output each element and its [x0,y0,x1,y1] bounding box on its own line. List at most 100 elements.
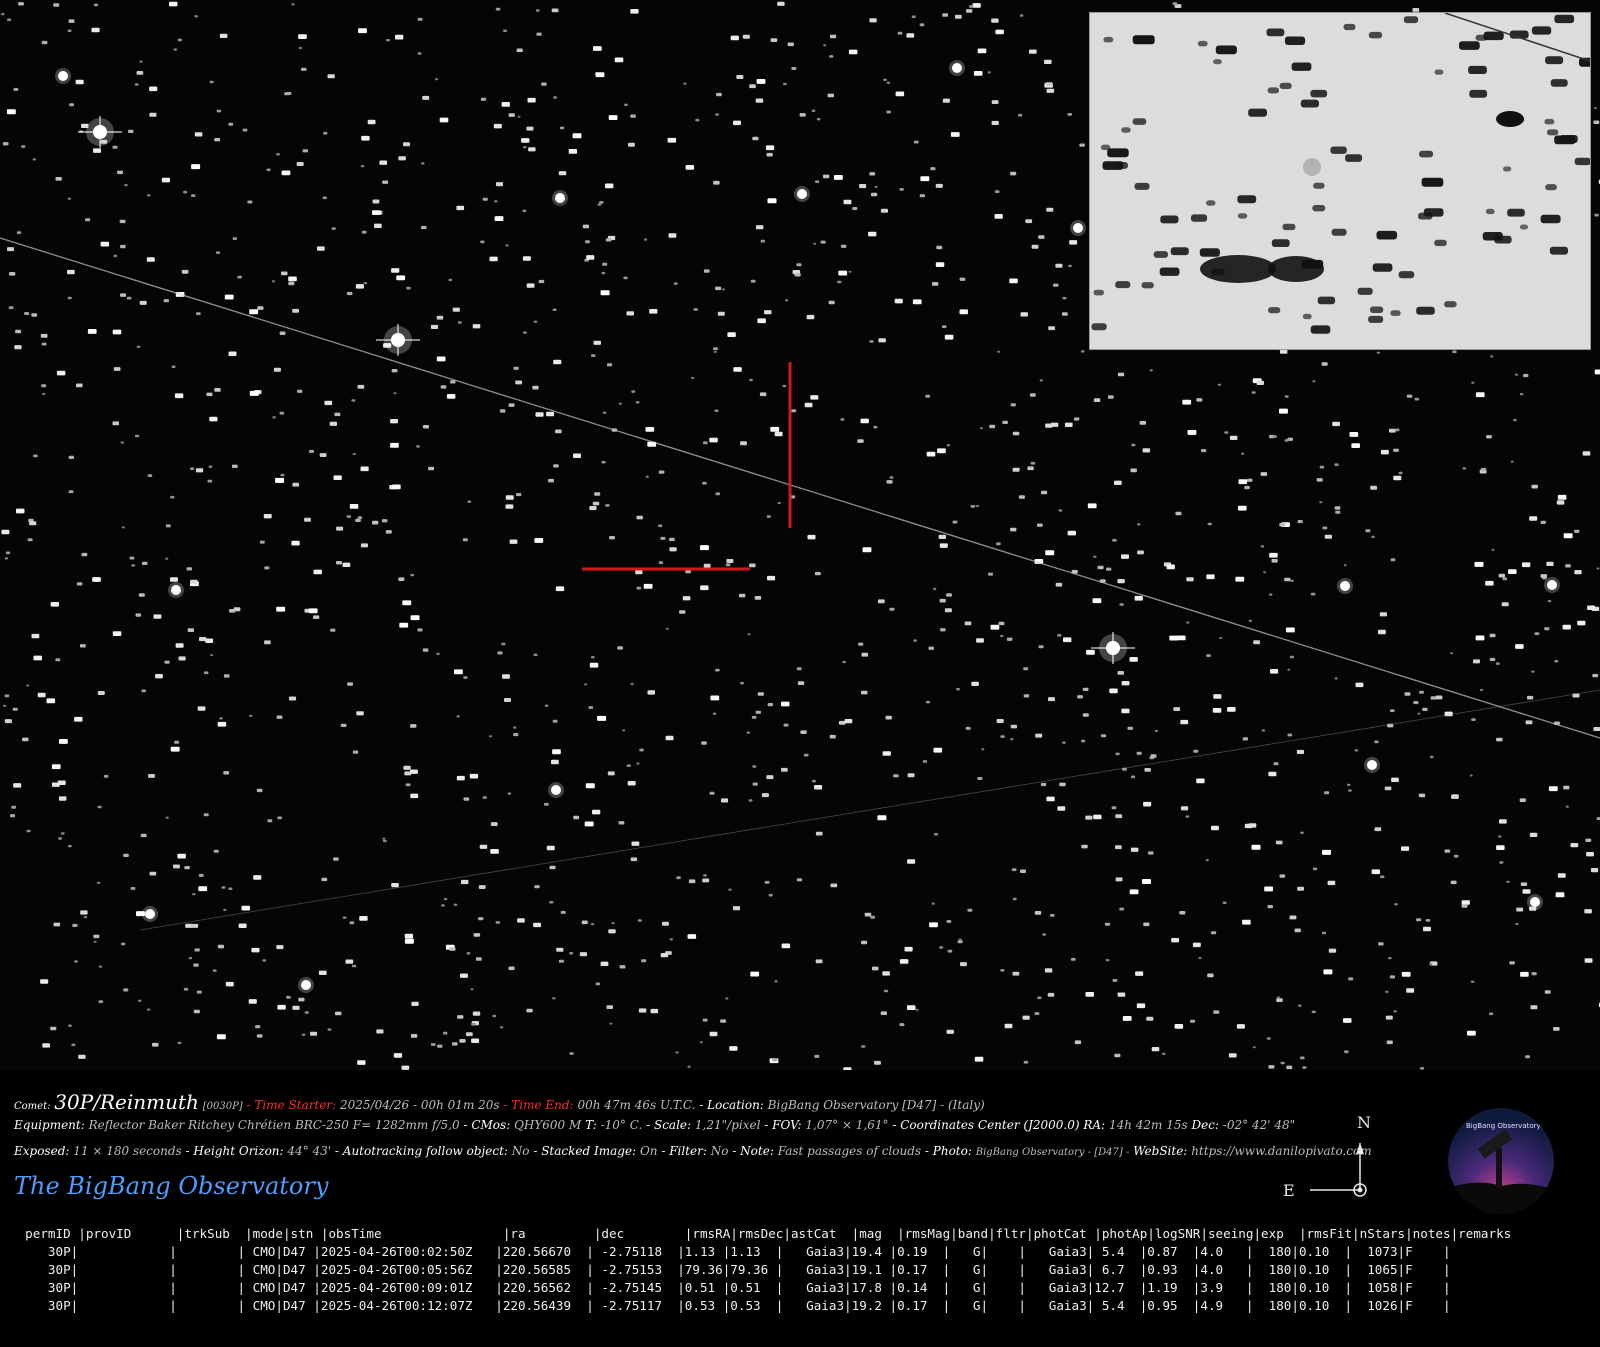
star [276,945,284,950]
star [1334,677,1338,680]
star [352,453,356,456]
star [976,638,984,643]
star [703,563,711,568]
star [538,279,545,284]
inset-star [1121,127,1131,133]
star [1127,726,1133,730]
star [1085,815,1093,820]
star [98,1000,104,1004]
star [1444,849,1451,853]
caption-line-3: Exposed: 11 × 180 seconds - Height Orizo… [14,1144,1372,1158]
star [815,959,823,964]
star [1335,510,1341,514]
star [972,3,981,8]
star [18,2,24,6]
star [40,333,48,338]
star [331,227,336,230]
star [582,224,589,229]
star [555,429,562,434]
star [872,966,879,971]
star [1365,529,1371,533]
bright-star [1340,581,1350,591]
star [675,1051,679,1054]
star [153,614,162,619]
star [1328,948,1337,953]
star [178,656,186,661]
star [829,55,834,58]
star [1319,501,1323,504]
star [346,291,353,296]
inset-star [1343,23,1356,31]
star [988,572,993,576]
star [460,973,468,978]
star [1556,500,1565,505]
star [814,1054,820,1058]
star [709,437,718,443]
star [479,844,488,849]
star [467,500,472,503]
star [606,1005,613,1009]
scale-label: - Scale: [646,1118,692,1132]
star [1401,971,1411,977]
star [4,719,12,724]
star [526,1008,533,1013]
inset-star [1159,267,1180,276]
star [1121,554,1129,559]
star [1044,968,1053,973]
star [862,547,872,553]
star [410,769,418,774]
star [198,873,204,877]
star [1343,564,1347,567]
star [722,288,725,291]
star [421,162,425,165]
star [12,707,18,711]
star [358,28,367,34]
star [1380,449,1389,455]
inset-star [1268,307,1281,314]
star [443,1031,448,1035]
star [942,98,950,103]
star [208,465,213,468]
star [205,638,214,643]
star [263,514,272,519]
star [288,281,295,286]
star [882,751,891,756]
star [1534,632,1540,636]
star [1593,120,1600,124]
star [1093,398,1101,402]
inset-star [1546,129,1559,136]
star [695,118,700,122]
star [1419,690,1424,694]
star [611,922,615,925]
star [360,466,369,472]
star [232,237,237,240]
star [8,306,14,310]
star [29,521,37,526]
star [970,505,976,508]
star [1057,634,1062,637]
star [1287,668,1291,671]
inset-star [1160,215,1179,224]
star [360,165,365,168]
autotrack-label: - Autotracking follow object: [334,1144,508,1158]
star [1280,1061,1285,1065]
star [605,183,614,189]
star [440,385,447,389]
star [860,418,869,424]
star [764,310,772,315]
star [505,495,514,500]
star [747,633,751,636]
inset-star [1248,108,1267,117]
star [606,363,613,367]
star [721,798,729,803]
star [357,1060,366,1065]
bright-star [145,909,155,919]
star [67,844,72,848]
star [1404,692,1411,696]
star [386,39,390,42]
star [173,864,180,869]
star [1406,988,1415,993]
star [349,504,359,509]
star [113,254,118,258]
star [391,883,399,888]
